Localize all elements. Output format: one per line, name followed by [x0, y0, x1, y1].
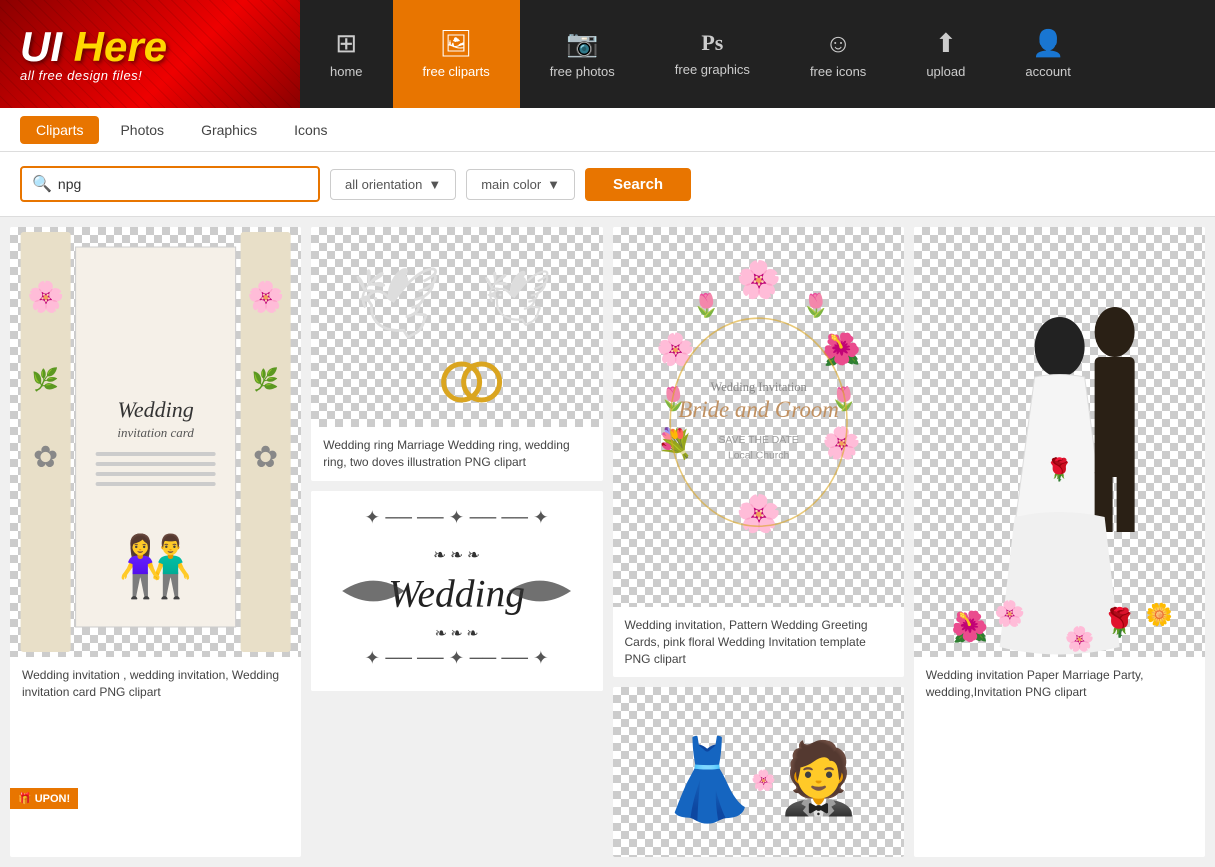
search-input[interactable]: [58, 176, 308, 192]
subnav-icons[interactable]: Icons: [278, 116, 343, 144]
svg-text:🕊: 🕊: [482, 267, 552, 329]
svg-text:🌸: 🌸: [1064, 625, 1094, 653]
search-bar: 🔍 all orientation ▼ main color ▼ Search: [0, 152, 1215, 217]
nav-cliparts-label: free cliparts: [423, 64, 490, 79]
svg-text:✿: ✿: [253, 441, 278, 474]
subnav-photos[interactable]: Photos: [104, 116, 180, 144]
svg-text:🌸: 🌸: [655, 331, 694, 367]
nav-free-photos[interactable]: 📷 free photos: [520, 0, 645, 108]
upload-icon: ⬆: [935, 30, 957, 56]
gallery-item-4[interactable]: 2482x3510 px 🌺 🌸 🌹 🌼 🌸: [914, 227, 1205, 857]
color-dropdown[interactable]: main color ▼: [466, 169, 575, 200]
gallery-caption-1: Wedding invitation , wedding invitation,…: [10, 657, 301, 711]
svg-text:Wedding: Wedding: [118, 397, 194, 422]
svg-text:🌸: 🌸: [994, 599, 1025, 628]
graphics-icon: Ps: [701, 32, 723, 54]
icons-icon: ☺: [825, 30, 852, 56]
logo-text: UI Here all free design files!: [20, 26, 167, 83]
nav-upload-label: upload: [926, 64, 965, 79]
svg-text:❧ ❧ ❧: ❧ ❧ ❧: [433, 546, 480, 563]
color-label: main color: [481, 177, 541, 192]
svg-text:🌿: 🌿: [32, 367, 59, 392]
nav-upload[interactable]: ⬆ upload: [896, 0, 995, 108]
svg-text:🤵: 🤵: [775, 736, 862, 818]
search-input-wrapper[interactable]: 🔍: [20, 166, 320, 202]
gallery-caption-3: Wedding invitation, Pattern Wedding Gree…: [613, 607, 904, 677]
subnav-cliparts[interactable]: Cliparts: [20, 116, 99, 144]
orientation-chevron-icon: ▼: [428, 177, 441, 192]
svg-text:🌹: 🌹: [1102, 605, 1137, 639]
svg-text:🕊: 🕊: [352, 264, 441, 342]
header: UI Here all free design files! ⊞ home 🖼 …: [0, 0, 1215, 108]
svg-text:🌸: 🌸: [735, 259, 780, 300]
svg-text:SAVE THE DATE: SAVE THE DATE: [718, 435, 798, 446]
svg-text:🌺: 🌺: [822, 331, 861, 367]
gallery-img-5: ❧ ❧ ❧ Wedding ❧ ❧ ❧ ✦ ── ── ✦ ── ── ✦ ✦ …: [311, 491, 602, 691]
svg-text:✦ ── ── ✦ ── ── ✦: ✦ ── ── ✦ ── ── ✦: [365, 506, 550, 527]
svg-text:🌺: 🌺: [951, 609, 988, 644]
photos-icon: 📷: [566, 30, 598, 56]
color-chevron-icon: ▼: [547, 177, 560, 192]
svg-text:🌸: 🌸: [247, 279, 284, 314]
svg-text:✦ ── ── ✦ ── ── ✦: ✦ ── ── ✦ ── ── ✦: [365, 646, 550, 667]
subnav-graphics[interactable]: Graphics: [185, 116, 273, 144]
search-button[interactable]: Search: [585, 168, 691, 201]
gallery-col-2: 🕊 🕊 Wedding ring Marriage Wedding ring, …: [311, 227, 602, 857]
nav-free-icons[interactable]: ☺ free icons: [780, 0, 896, 108]
nav-photos-label: free photos: [550, 64, 615, 79]
cliparts-icon: 🖼: [440, 30, 473, 56]
gift-icon: 🎁: [18, 792, 32, 805]
nav-free-graphics[interactable]: Ps free graphics: [645, 0, 780, 108]
logo-sub: all free design files!: [20, 68, 167, 83]
nav-home-label: home: [330, 64, 363, 79]
svg-text:🌸: 🌸: [735, 493, 780, 534]
svg-text:🌷: 🌷: [692, 292, 720, 319]
svg-text:🌸: 🌸: [27, 279, 64, 314]
svg-text:🌷: 🌷: [801, 292, 829, 319]
svg-text:👫: 👫: [118, 532, 193, 601]
gallery-img-3: 🌸 🌺 🌸 🌸 💐 🌸 🌷 🌷 🌷 🌷 Wedding Invitation B…: [613, 227, 904, 607]
gallery-img-2: 🕊 🕊: [311, 227, 602, 427]
nav-graphics-label: free graphics: [675, 62, 750, 77]
svg-text:❧ ❧ ❧: ❧ ❧ ❧: [435, 625, 479, 641]
svg-text:🌸: 🌸: [751, 768, 776, 792]
logo-main: UI Here: [20, 26, 167, 68]
gallery-caption-2: Wedding ring Marriage Wedding ring, wedd…: [311, 427, 602, 481]
gift-badge: 🎁 UPON!: [10, 788, 78, 809]
gallery-col-3: 🌸 🌺 🌸 🌸 💐 🌸 🌷 🌷 🌷 🌷 Wedding Invitation B…: [613, 227, 904, 857]
gallery: 🌸 🌿 ✿ 🌸 🌿 ✿ 🕯 Wedding invitation card: [0, 217, 1215, 867]
nav-home[interactable]: ⊞ home: [300, 0, 393, 108]
orientation-dropdown[interactable]: all orientation ▼: [330, 169, 456, 200]
gallery-img-4: 🌺 🌸 🌹 🌼 🌸 🌹: [914, 227, 1205, 657]
svg-text:🌼: 🌼: [1146, 602, 1173, 627]
svg-text:🌹: 🌹: [1046, 456, 1073, 482]
account-icon: 👤: [1032, 30, 1064, 56]
sub-nav: Cliparts Photos Graphics Icons: [0, 108, 1215, 152]
gallery-img-1: 🌸 🌿 ✿ 🌸 🌿 ✿ 🕯 Wedding invitation card: [10, 227, 301, 657]
svg-text:Local Church: Local Church: [728, 451, 789, 462]
orientation-label: all orientation: [345, 177, 422, 192]
svg-text:✿: ✿: [33, 441, 58, 474]
nav-free-cliparts[interactable]: 🖼 free cliparts: [393, 0, 520, 108]
svg-text:Bride and Groom: Bride and Groom: [678, 397, 839, 422]
gallery-item-5[interactable]: ❧ ❧ ❧ Wedding ❧ ❧ ❧ ✦ ── ── ✦ ── ── ✦ ✦ …: [311, 491, 602, 691]
nav-icons-label: free icons: [810, 64, 866, 79]
gallery-caption-4: Wedding invitation Paper Marriage Party,…: [914, 657, 1205, 711]
search-icon: 🔍: [32, 174, 52, 194]
logo-area: UI Here all free design files!: [0, 0, 300, 108]
gallery-item-3[interactable]: 🌸 🌺 🌸 🌸 💐 🌸 🌷 🌷 🌷 🌷 Wedding Invitation B…: [613, 227, 904, 677]
gallery-img-6: 👗 🤵 🌸: [613, 687, 904, 857]
svg-text:Wedding: Wedding: [388, 571, 525, 615]
svg-text:Wedding Invitation: Wedding Invitation: [710, 380, 807, 394]
nav-account[interactable]: 👤 account: [995, 0, 1101, 108]
svg-text:👗: 👗: [658, 734, 758, 825]
gallery-item-6[interactable]: 👗 🤵 🌸: [613, 687, 904, 857]
gallery-item-1[interactable]: 🌸 🌿 ✿ 🌸 🌿 ✿ 🕯 Wedding invitation card: [10, 227, 301, 857]
nav-items: ⊞ home 🖼 free cliparts 📷 free photos Ps …: [300, 0, 1215, 108]
gallery-item-2[interactable]: 🕊 🕊 Wedding ring Marriage Wedding ring, …: [311, 227, 602, 481]
home-icon: ⊞: [335, 30, 357, 56]
nav-account-label: account: [1025, 64, 1071, 79]
svg-text:🌿: 🌿: [252, 367, 279, 392]
svg-text:invitation card: invitation card: [117, 425, 194, 440]
